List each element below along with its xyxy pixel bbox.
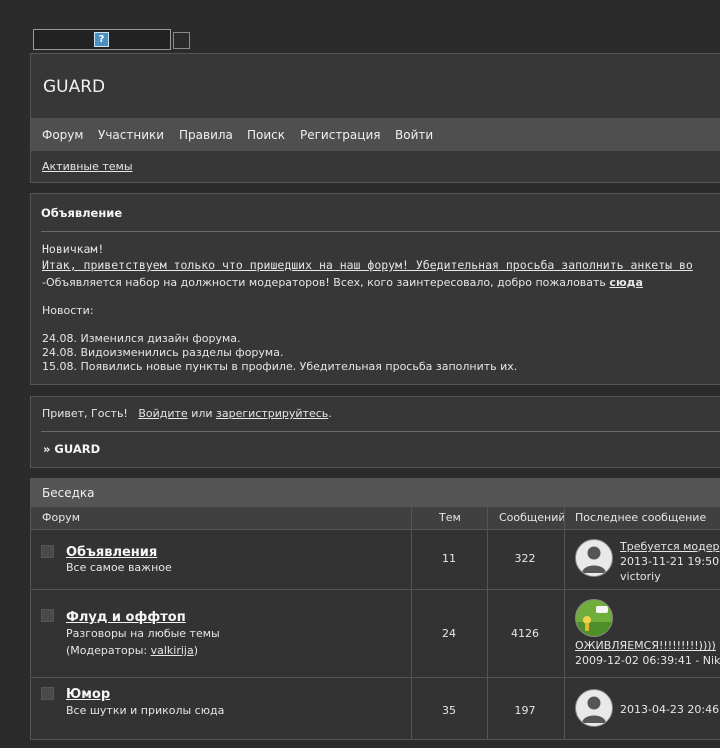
- last-post-title[interactable]: Требуется модер: [620, 540, 719, 553]
- announcement-line: Новичкам!: [42, 242, 105, 256]
- post-count: 322: [514, 552, 536, 565]
- default-avatar-icon[interactable]: [575, 539, 613, 577]
- forum-description: Все самое важное: [66, 561, 172, 574]
- divider: [41, 231, 720, 232]
- announcement-panel: Объявление Новичкам! Итак, приветствуем …: [30, 193, 720, 385]
- moderators-close: ): [193, 644, 199, 657]
- nav-members[interactable]: Участники: [98, 128, 164, 142]
- register-link[interactable]: зарегистрируйтесь: [216, 407, 328, 420]
- forum-title[interactable]: Юмор: [66, 687, 110, 702]
- active-topics-link[interactable]: Активные темы: [42, 160, 133, 173]
- welcome-panel: Привет, Гость! Войдите или зарегистрируй…: [30, 396, 720, 468]
- forum-title[interactable]: Флуд и оффтоп: [66, 610, 186, 625]
- main-nav: Форум Участники Правила Поиск Регистраци…: [31, 118, 720, 151]
- column-topics: Тем: [439, 511, 461, 524]
- or-text: или: [191, 407, 213, 420]
- category-header: Беседка: [31, 479, 720, 507]
- site-header: GUARD Форум Участники Правила Поиск Реги…: [30, 53, 720, 183]
- last-post: 2013-04-23 20:46: [620, 702, 719, 717]
- announcement-line: -Объявляется набор на должности модерато…: [42, 276, 643, 289]
- news-item: 15.08. Появились новые пункты в профиле.…: [42, 360, 518, 373]
- last-post-date: 2013-04-23 20:46: [620, 703, 720, 716]
- column-last-post: Последнее сообщение: [575, 511, 707, 524]
- topic-count: 35: [442, 704, 456, 717]
- here-link[interactable]: сюда: [609, 276, 643, 289]
- forum-row: Флуд и оффтоп Разговоры на любые темы (М…: [31, 590, 720, 678]
- announcement-title: Объявление: [41, 206, 123, 220]
- welcome-text: Привет, Гость! Войдите или зарегистрируй…: [42, 407, 332, 420]
- moderators-label: (Модераторы:: [66, 644, 151, 657]
- forum-status-icon: [41, 545, 54, 558]
- last-post-title[interactable]: ОЖИВЛЯЕМСЯ!!!!!!!!!)))): [575, 639, 716, 652]
- column-posts: Сообщений: [499, 511, 566, 524]
- nav-forum[interactable]: Форум: [42, 128, 83, 142]
- dot: .: [328, 407, 332, 420]
- last-post: ОЖИВЛЯЕМСЯ!!!!!!!!!)))) 2009-12-02 06:39…: [575, 638, 720, 668]
- announcement-text: -Объявляется набор на должности модерато…: [42, 276, 610, 289]
- login-link[interactable]: Войдите: [138, 407, 187, 420]
- nav-login[interactable]: Войти: [395, 128, 433, 142]
- nav-search[interactable]: Поиск: [247, 128, 285, 142]
- last-post: Требуется модер 2013-11-21 19:50 victori…: [620, 539, 719, 584]
- breadcrumb[interactable]: » GUARD: [43, 442, 100, 456]
- forum-status-icon: [41, 609, 54, 622]
- custom-avatar-icon[interactable]: [575, 599, 613, 637]
- top-checkbox[interactable]: [173, 32, 190, 49]
- help-icon[interactable]: ?: [94, 32, 109, 47]
- forum-row: Юмор Все шутки и приколы сюда 35 197 201…: [31, 678, 720, 748]
- forum-category: Беседка Форум Тем Сообщений Последнее со…: [30, 478, 720, 740]
- greeting: Привет, Гость!: [42, 407, 128, 420]
- news-item: 24.08. Видоизменились разделы форума.: [42, 346, 284, 359]
- forum-row: Объявления Все самое важное 11 322 Требу…: [31, 530, 720, 590]
- announcement-line: Итак, приветствуем только что пришедших …: [42, 258, 693, 272]
- last-post-date: 2009-12-02 06:39:41 - Nik: [575, 654, 720, 667]
- forum-description: Все шутки и приколы сюда: [66, 704, 225, 717]
- forum-description: Разговоры на любые темы: [66, 627, 220, 640]
- category-title: Беседка: [42, 486, 95, 500]
- last-post-date: 2013-11-21 19:50: [620, 555, 720, 568]
- post-count: 4126: [511, 627, 539, 640]
- column-forum: Форум: [42, 511, 80, 524]
- moderator-link[interactable]: valkirija: [151, 644, 194, 657]
- divider: [41, 431, 720, 432]
- forum-moderators: (Модераторы: valkirija): [66, 644, 198, 657]
- forum-status-icon: [41, 687, 54, 700]
- site-title: GUARD: [43, 77, 106, 97]
- last-post-author: victoriy: [620, 570, 661, 583]
- post-count: 197: [514, 704, 536, 717]
- news-item: 24.08. Изменился дизайн форума.: [42, 332, 241, 345]
- nav-register[interactable]: Регистрация: [300, 128, 380, 142]
- forum-title[interactable]: Объявления: [66, 545, 157, 560]
- default-avatar-icon[interactable]: [575, 689, 613, 727]
- topic-count: 11: [442, 552, 456, 565]
- news-label: Новости:: [42, 304, 94, 317]
- nav-rules[interactable]: Правила: [179, 128, 233, 142]
- topic-count: 24: [442, 627, 456, 640]
- column-headers: Форум Тем Сообщений Последнее сообщение: [31, 507, 720, 530]
